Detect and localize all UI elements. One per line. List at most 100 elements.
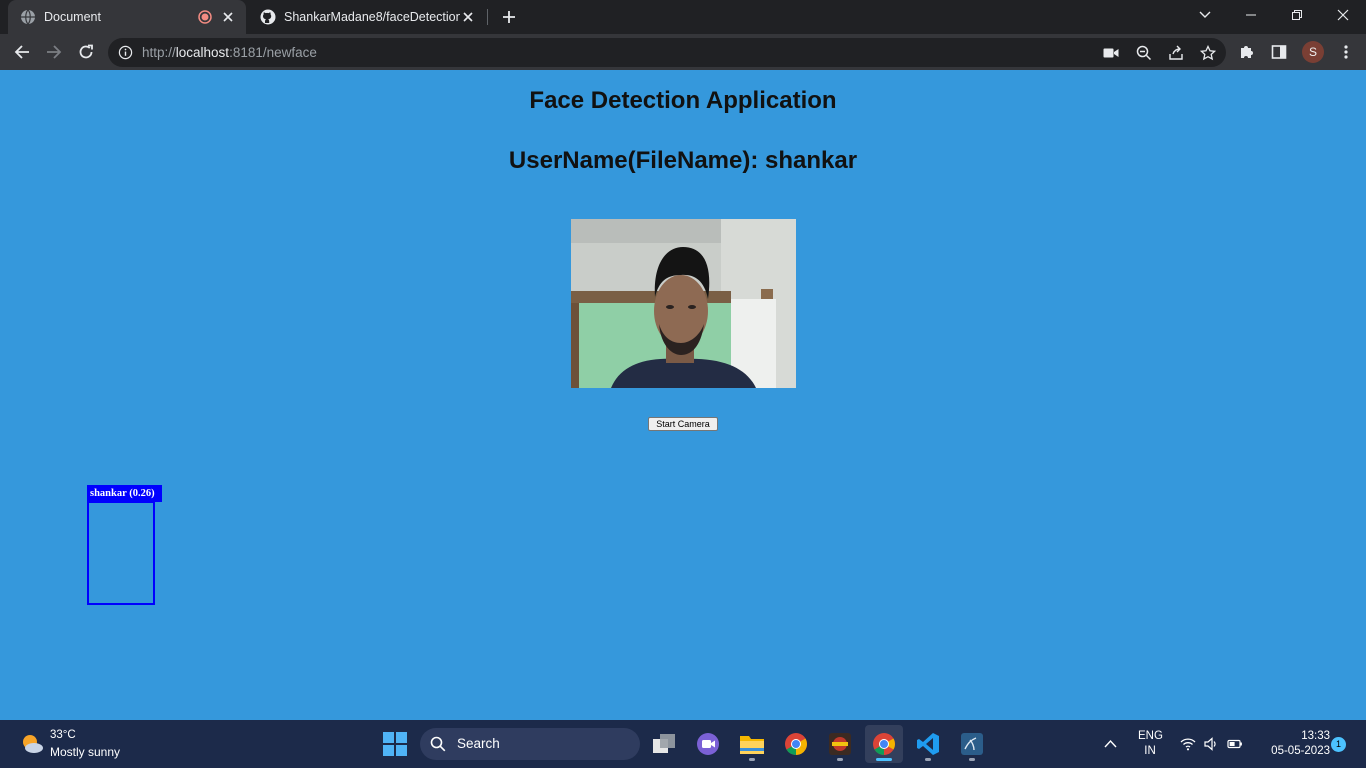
address-bar[interactable]: http://localhost:8181/newface — [108, 38, 1226, 67]
back-button[interactable] — [10, 40, 34, 64]
close-icon — [223, 12, 233, 22]
close-tab-button[interactable] — [220, 9, 236, 25]
plus-icon — [503, 11, 515, 23]
username-heading: UserName(FileName): shankar — [508, 147, 858, 174]
battery-icon[interactable] — [1227, 736, 1243, 752]
search-placeholder: Search — [457, 736, 500, 751]
bookmark-button[interactable] — [1200, 45, 1216, 61]
url-prefix: http:// — [142, 45, 176, 60]
url-path: :8181/newface — [229, 45, 317, 60]
weather-icon[interactable] — [20, 732, 44, 756]
sidepanel-icon — [1271, 45, 1287, 59]
camera-icon — [1103, 48, 1119, 58]
running-indicator — [925, 758, 931, 761]
region-code: IN — [1144, 745, 1156, 757]
taskbar-search[interactable]: Search — [420, 728, 640, 760]
tab-title: ShankarMadane8/faceDetection_ — [284, 10, 460, 24]
close-icon — [1337, 9, 1349, 21]
search-icon — [430, 736, 446, 752]
close-icon — [463, 12, 473, 22]
profile-avatar[interactable]: S — [1302, 41, 1324, 63]
chrome-icon — [785, 733, 807, 755]
tab-document[interactable]: Document — [8, 0, 246, 34]
minimize-button[interactable] — [1228, 0, 1274, 30]
volume-icon[interactable] — [1203, 736, 1219, 752]
weather-temperature[interactable]: 33°C — [50, 729, 76, 741]
file-explorer-icon — [740, 736, 764, 754]
tab-separator — [487, 9, 488, 25]
clock-time: 13:33 — [1301, 730, 1330, 742]
start-camera-button[interactable]: Start Camera — [648, 417, 718, 431]
info-icon[interactable] — [118, 45, 133, 60]
wifi-icon[interactable] — [1180, 736, 1196, 752]
star-icon — [1200, 45, 1216, 61]
url-text[interactable]: http://localhost:8181/newface — [142, 45, 317, 60]
webcam-frame-image — [571, 219, 796, 388]
running-indicator — [749, 758, 755, 761]
more-vertical-icon — [1344, 45, 1348, 59]
chat-icon — [697, 733, 719, 755]
task-view-button[interactable] — [645, 725, 683, 763]
vscode-icon — [917, 733, 939, 755]
game-app[interactable] — [821, 725, 859, 763]
extensions-icon — [1241, 46, 1253, 58]
zoom-icon — [1136, 45, 1152, 61]
zoom-button[interactable] — [1136, 45, 1152, 61]
forward-icon — [47, 45, 62, 59]
page-content: Face Detection Application UserName(File… — [0, 70, 1366, 720]
start-button[interactable] — [376, 725, 414, 763]
notification-badge[interactable]: 1 — [1331, 737, 1346, 752]
page-title: Face Detection Application — [529, 87, 837, 114]
share-button[interactable] — [1168, 45, 1184, 61]
close-window-button[interactable] — [1320, 0, 1366, 30]
restore-button[interactable] — [1274, 0, 1320, 30]
tab-github[interactable]: ShankarMadane8/faceDetection_ — [248, 0, 486, 34]
windows-taskbar: 33°C Mostly sunny Search ENG IN 13:33 05… — [0, 720, 1366, 768]
restore-icon — [1292, 10, 1302, 20]
running-indicator — [837, 758, 843, 761]
chevron-up-icon[interactable] — [1104, 738, 1117, 750]
language-code: ENG — [1138, 730, 1163, 742]
face-detection-box — [87, 501, 155, 605]
weather-description[interactable]: Mostly sunny — [50, 745, 120, 759]
camera-video-feed — [571, 219, 796, 388]
github-icon — [260, 9, 276, 25]
face-detection-label: shankar (0.26) — [87, 485, 162, 502]
share-icon — [1169, 45, 1183, 60]
database-workbench-icon — [961, 733, 983, 755]
tab-search-button[interactable] — [1182, 0, 1228, 30]
chevron-down-icon — [1199, 11, 1211, 18]
chrome-app[interactable] — [777, 725, 815, 763]
minimize-icon — [1246, 14, 1256, 16]
game-app-icon — [829, 733, 851, 755]
file-explorer-app[interactable] — [733, 725, 771, 763]
active-indicator — [876, 758, 892, 761]
clock-date: 05-05-2023 — [1271, 745, 1330, 757]
globe-icon — [21, 9, 35, 25]
system-clock[interactable]: 13:33 05-05-2023 — [1254, 729, 1330, 759]
record-indicator-icon — [198, 10, 212, 24]
browser-toolbar: http://localhost:8181/newface S — [0, 34, 1366, 70]
task-view-icon — [653, 734, 675, 753]
chrome-app-active[interactable] — [865, 725, 903, 763]
side-panel-button[interactable] — [1271, 44, 1287, 60]
reload-button[interactable] — [74, 40, 98, 64]
new-tab-button[interactable] — [499, 7, 519, 27]
browser-tabstrip: Document ShankarMadane8/faceDetection_ — [0, 0, 1366, 34]
windows-start-icon — [383, 732, 407, 756]
mysql-workbench-app[interactable] — [953, 725, 991, 763]
extensions-button[interactable] — [1239, 44, 1255, 60]
reload-icon — [79, 44, 93, 59]
camera-in-use-button[interactable] — [1103, 45, 1119, 61]
input-language[interactable]: ENG IN — [1138, 729, 1163, 759]
tab-title: Document — [44, 10, 101, 24]
close-tab-button[interactable] — [460, 9, 476, 25]
chrome-icon — [873, 733, 895, 755]
url-host: localhost — [175, 45, 230, 60]
vscode-app[interactable] — [909, 725, 947, 763]
back-icon — [14, 45, 29, 59]
forward-button[interactable] — [42, 40, 66, 64]
running-indicator — [969, 758, 975, 761]
browser-menu-button[interactable] — [1338, 44, 1354, 60]
chat-app[interactable] — [689, 725, 727, 763]
